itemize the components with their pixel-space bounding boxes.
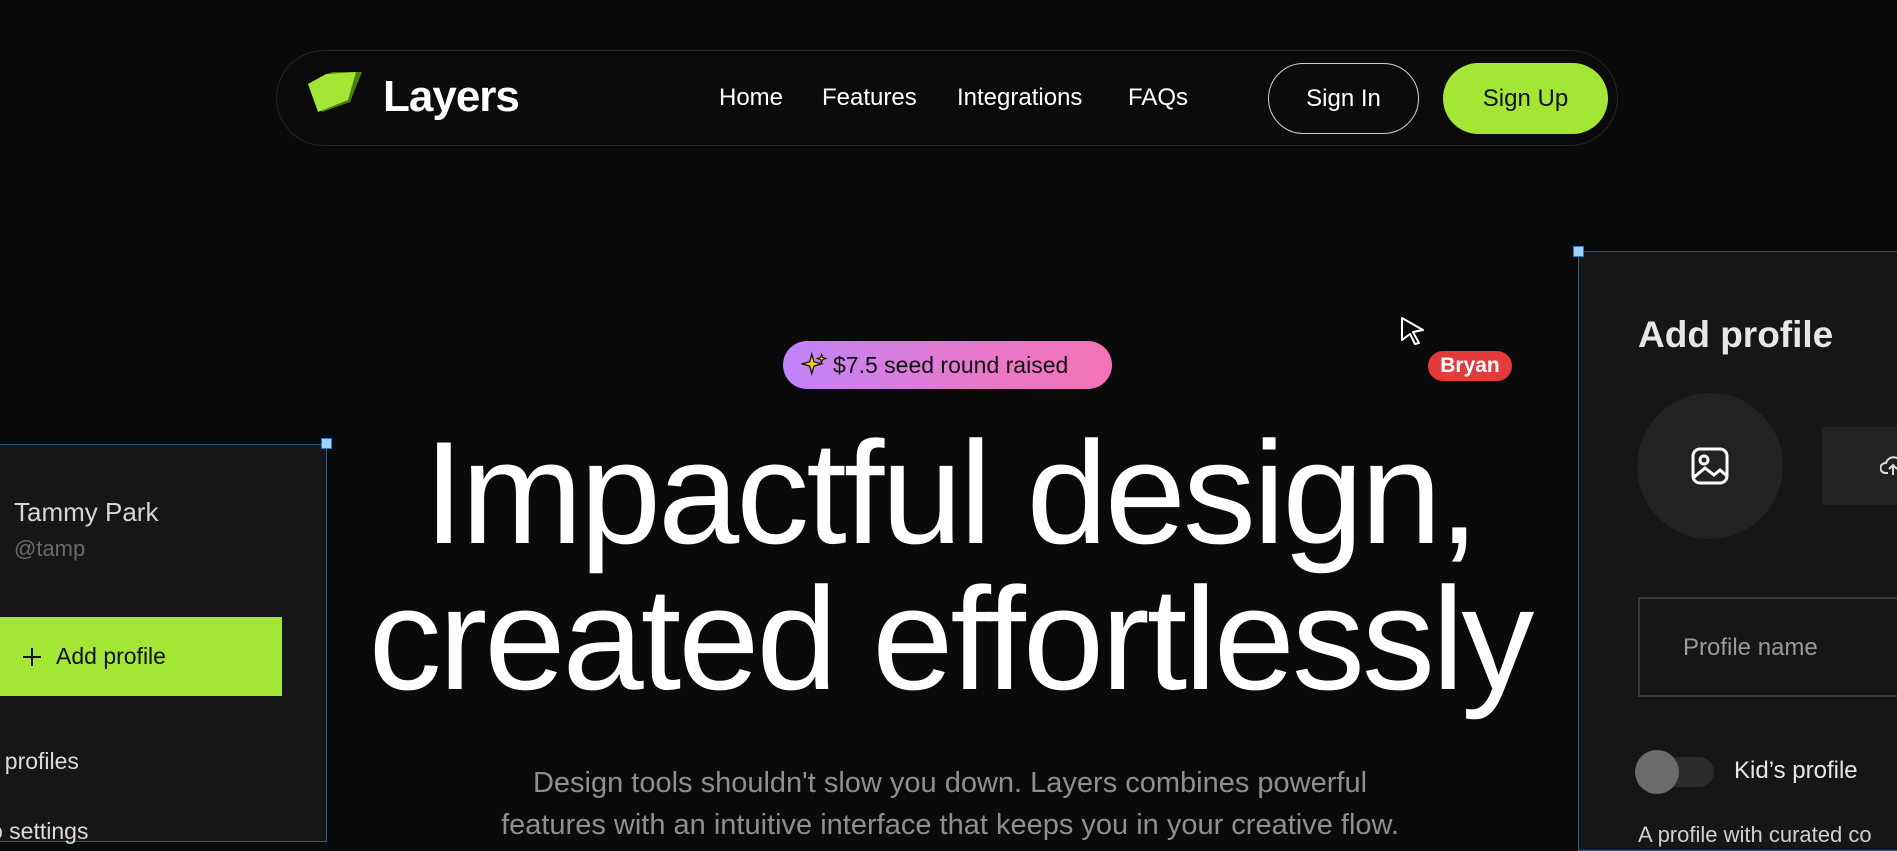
image-icon (1691, 447, 1729, 485)
resize-handle[interactable] (321, 438, 332, 449)
toggle-knob[interactable] (1635, 750, 1679, 794)
hero-subtitle-line1: Design tools shouldn't slow you down. La… (532, 767, 1368, 799)
profile-name-placeholder: Profile name (1683, 634, 1818, 661)
pointer-cursor-icon (1401, 317, 1424, 345)
hero-title-line2: created effortlessly (368, 557, 1535, 720)
sign-in-button[interactable]: Sign In (1268, 63, 1419, 134)
funding-badge[interactable]: $7.5 seed round raised (783, 341, 1112, 389)
hero-title: Impactful design, created effortlessly (300, 420, 1600, 712)
nav-link-integrations[interactable]: Integrations (957, 84, 1082, 112)
nav-link-features[interactable]: Features (822, 84, 917, 112)
layers-logo-icon[interactable] (302, 64, 366, 132)
avatar-picker[interactable] (1637, 393, 1783, 539)
nav-link-faqs[interactable]: FAQs (1128, 84, 1188, 112)
menu-item-profiles[interactable]: t profiles (0, 748, 79, 775)
kids-profile-label: Kid’s profile (1734, 757, 1858, 784)
cursor-user-tag: Bryan (1428, 351, 1512, 381)
resize-handle[interactable] (1573, 246, 1584, 257)
upload-button[interactable] (1822, 427, 1897, 505)
hero-title-line1: Impactful design, (423, 411, 1480, 574)
brand-name[interactable]: Layers (383, 72, 520, 122)
cloud-upload-icon (1880, 456, 1897, 475)
profile-handle: @tamp (14, 536, 86, 561)
sparkles-icon (801, 352, 827, 377)
profile-name: Tammy Park (14, 497, 159, 527)
add-profile-title: Add profile (1638, 314, 1834, 355)
nav-link-home[interactable]: Home (719, 84, 783, 112)
kids-profile-description: A profile with curated co (1638, 822, 1872, 847)
sign-up-button[interactable]: Sign Up (1443, 63, 1608, 134)
hero-subtitle-line2: features with an intuitive interface tha… (501, 809, 1399, 841)
menu-item-settings[interactable]: o settings (0, 818, 88, 845)
plus-icon (23, 647, 41, 666)
add-profile-label: Add profile (56, 643, 166, 669)
add-profile-button[interactable]: Add profile (0, 617, 282, 696)
badge-text: $7.5 seed round raised (833, 351, 1069, 378)
hero-subtitle: Design tools shouldn't slow you down. La… (400, 762, 1500, 846)
